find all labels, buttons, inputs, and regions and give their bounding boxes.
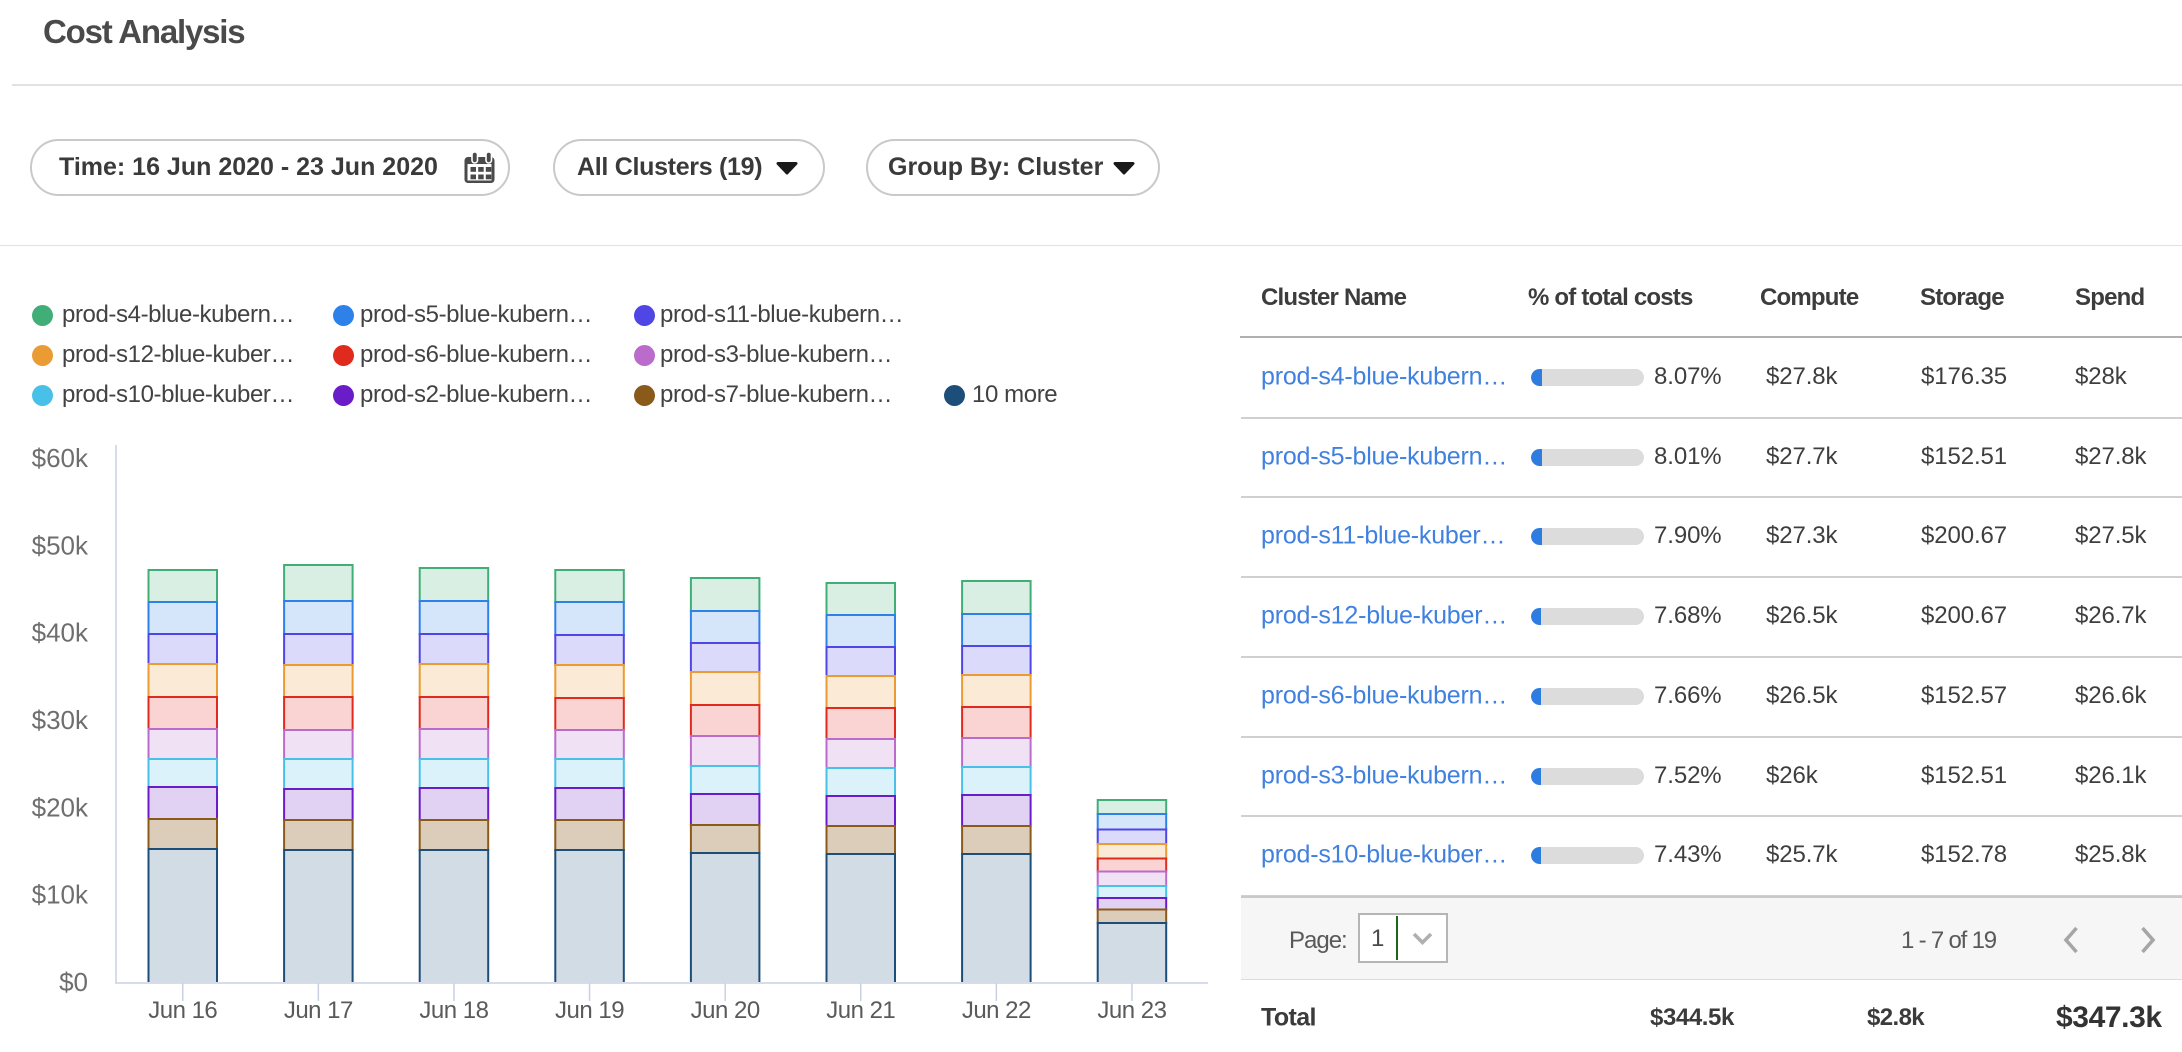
svg-text:$40k: $40k xyxy=(32,618,89,648)
svg-text:Jun 21: Jun 21 xyxy=(826,997,895,1024)
svg-text:$20k: $20k xyxy=(32,792,89,822)
svg-text:Jun 16: Jun 16 xyxy=(148,997,217,1024)
svg-text:Jun 22: Jun 22 xyxy=(962,997,1031,1024)
svg-text:Jun 17: Jun 17 xyxy=(284,997,353,1024)
svg-text:Jun 20: Jun 20 xyxy=(691,997,760,1024)
svg-text:Jun 23: Jun 23 xyxy=(1097,997,1166,1024)
svg-text:$30k: $30k xyxy=(32,705,89,735)
svg-text:$60k: $60k xyxy=(32,443,89,473)
svg-text:$50k: $50k xyxy=(32,530,89,560)
svg-text:Jun 19: Jun 19 xyxy=(555,997,624,1024)
svg-text:$10k: $10k xyxy=(32,880,89,910)
svg-text:$0: $0 xyxy=(59,967,88,997)
svg-text:Jun 18: Jun 18 xyxy=(419,997,488,1024)
